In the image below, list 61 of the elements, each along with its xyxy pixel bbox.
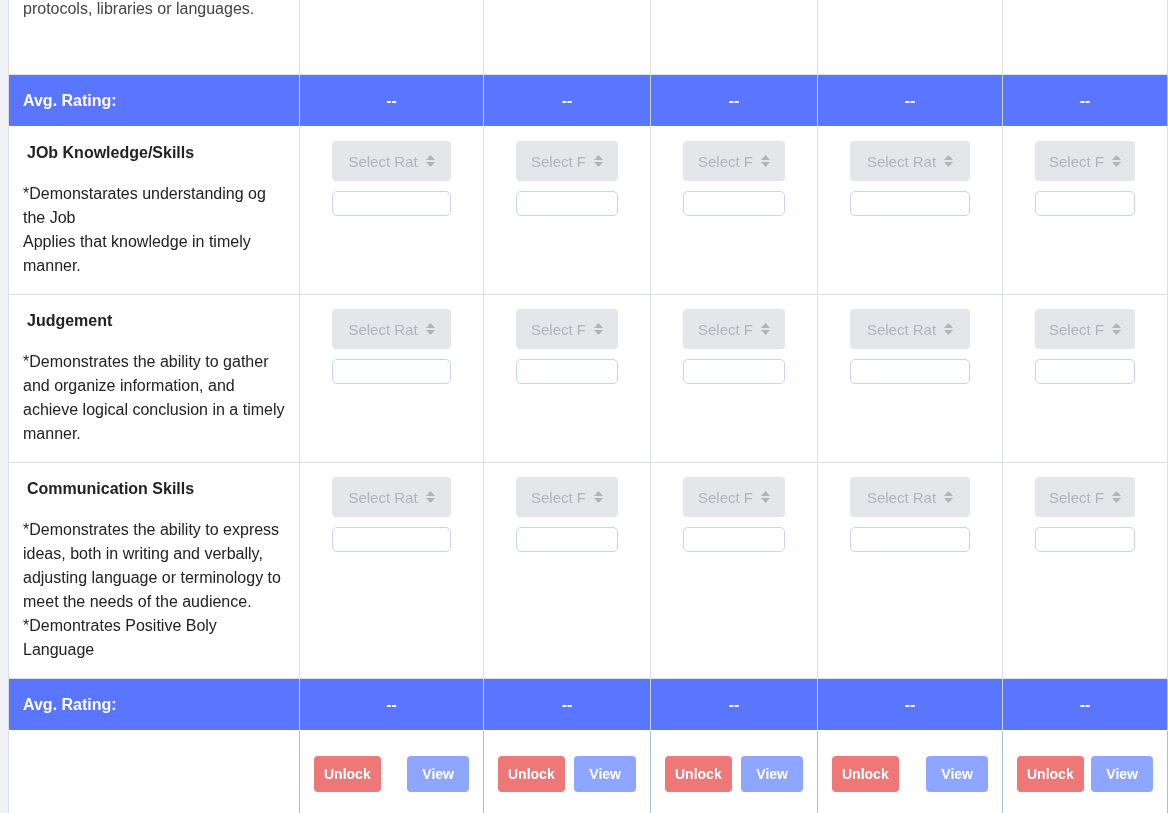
sort-caret-icon xyxy=(944,323,954,335)
sort-caret-icon xyxy=(425,323,435,335)
input-field[interactable] xyxy=(683,359,785,384)
criterion-description: protocols, libraries or languages. xyxy=(23,0,256,18)
view-button[interactable]: View xyxy=(741,756,803,792)
sort-caret-icon xyxy=(594,155,603,167)
average-rating-value: -- xyxy=(728,91,740,110)
sort-caret-icon xyxy=(761,323,770,335)
average-rating-value: -- xyxy=(728,695,740,714)
average-rating-value: -- xyxy=(386,91,397,110)
sort-caret-icon xyxy=(944,155,954,167)
input-field[interactable] xyxy=(850,359,970,384)
input-field[interactable] xyxy=(516,191,618,216)
average-rating-value: -- xyxy=(904,91,916,110)
input-field[interactable] xyxy=(850,191,970,216)
input-field[interactable] xyxy=(1035,527,1135,552)
view-button[interactable]: View xyxy=(926,756,988,792)
input-field[interactable] xyxy=(516,359,618,384)
input-field[interactable] xyxy=(516,527,618,552)
unlock-button[interactable]: Unlock xyxy=(314,756,381,792)
average-rating-value: -- xyxy=(1079,695,1091,714)
sort-caret-icon xyxy=(1112,155,1121,167)
sort-caret-icon xyxy=(1112,491,1121,503)
criterion-title: Judgement xyxy=(26,311,114,331)
sort-caret-icon xyxy=(761,155,770,167)
criterion-title: Communication Skills xyxy=(26,479,196,499)
sort-caret-icon xyxy=(1112,323,1121,335)
input-field[interactable] xyxy=(332,527,451,552)
input-field[interactable] xyxy=(850,527,970,552)
sort-caret-icon xyxy=(594,323,603,335)
input-field[interactable] xyxy=(332,359,451,384)
criterion-description: *Demontrates Positive Boly Language xyxy=(23,616,218,660)
unlock-button[interactable]: Unlock xyxy=(832,756,899,792)
input-field[interactable] xyxy=(683,191,785,216)
input-field[interactable] xyxy=(332,191,451,216)
sort-caret-icon xyxy=(761,491,770,503)
sort-caret-icon xyxy=(944,491,954,503)
input-field[interactable] xyxy=(1035,359,1135,384)
view-button[interactable]: View xyxy=(574,756,636,792)
view-button[interactable]: View xyxy=(407,756,469,792)
criterion-description: Applies that knowledge in timely manner. xyxy=(23,232,252,276)
criterion-description: *Demonstrates the ability to express ideas, both in writing and verbally, adjusting language or terminology to meet the needs of the audience. xyxy=(23,520,282,612)
sort-caret-icon xyxy=(594,491,603,503)
average-rating-value: -- xyxy=(904,695,916,714)
view-button[interactable]: View xyxy=(1091,756,1153,792)
average-rating-value: -- xyxy=(386,695,397,714)
input-field[interactable] xyxy=(683,527,785,552)
average-rating-value: -- xyxy=(561,91,573,110)
sort-caret-icon xyxy=(425,491,435,503)
average-rating-label: Avg. Rating: xyxy=(8,679,300,731)
average-rating-value: -- xyxy=(1079,91,1091,110)
criterion-title: JOb Knowledge/Skills xyxy=(26,143,196,163)
unlock-button[interactable]: Unlock xyxy=(498,756,565,792)
criterion-description: *Demonstrates the ability to gather and organize information, and achieve logical conclusion in a timely manner. xyxy=(23,352,285,444)
unlock-button[interactable]: Unlock xyxy=(1017,756,1084,792)
input-field[interactable] xyxy=(1035,191,1135,216)
sort-caret-icon xyxy=(425,155,435,167)
average-rating-label: Avg. Rating: xyxy=(8,75,300,127)
unlock-button[interactable]: Unlock xyxy=(665,756,732,792)
criterion-description: *Demonstarates understanding og the Job xyxy=(23,184,267,228)
average-rating-value: -- xyxy=(561,695,573,714)
